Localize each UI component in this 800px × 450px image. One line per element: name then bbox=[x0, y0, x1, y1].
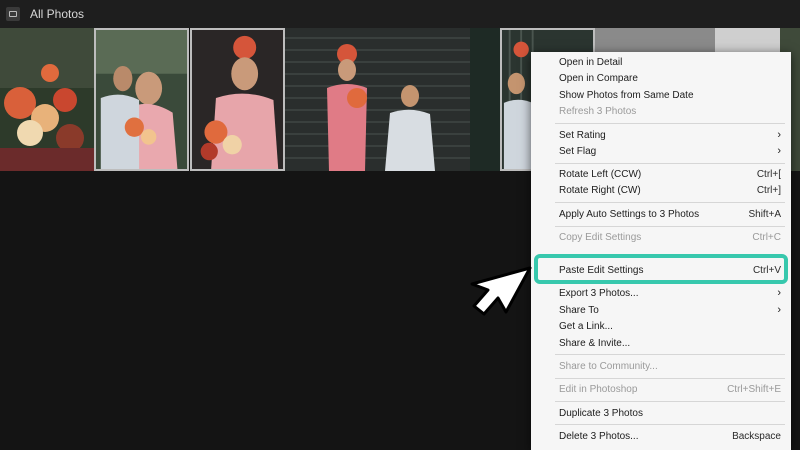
menu-item-get-link[interactable]: Get a Link... bbox=[531, 318, 791, 334]
pointer-arrow-icon bbox=[470, 266, 532, 316]
menu-item-rotate-left[interactable]: Rotate Left (CCW) Ctrl+[ bbox=[531, 166, 791, 182]
menu-item-edit-in-photoshop: Edit in Photoshop Ctrl+Shift+E bbox=[559, 383, 781, 395]
menu-separator bbox=[555, 202, 785, 203]
chevron-right-icon: › bbox=[777, 145, 781, 157]
photo-thumbnail[interactable] bbox=[285, 28, 500, 171]
menu-item-open-in-compare[interactable]: Open in Compare bbox=[531, 70, 791, 86]
menu-separator bbox=[555, 424, 785, 425]
menu-separator bbox=[555, 354, 785, 355]
menu-separator bbox=[555, 123, 785, 124]
menu-separator bbox=[555, 163, 785, 164]
menu-item-refresh: Refresh 3 Photos bbox=[559, 105, 637, 117]
chevron-right-icon: › bbox=[777, 129, 781, 141]
menu-item-copy-edit-settings: Copy Edit Settings Ctrl+C bbox=[559, 231, 781, 243]
page-title: All Photos bbox=[30, 7, 85, 21]
menu-item-paste-edit-settings[interactable]: Paste Edit Settings Ctrl+V bbox=[531, 262, 791, 278]
chevron-right-icon: › bbox=[777, 287, 781, 299]
chevron-right-icon: › bbox=[777, 304, 781, 316]
menu-item-show-same-date[interactable]: Show Photos from Same Date bbox=[531, 87, 791, 103]
menu-item-open-in-detail[interactable]: Open in Detail bbox=[531, 54, 791, 70]
menu-separator bbox=[555, 401, 785, 402]
menu-item-rotate-right[interactable]: Rotate Right (CW) Ctrl+] bbox=[531, 182, 791, 198]
menu-item-set-rating[interactable]: Set Rating › bbox=[531, 127, 791, 143]
menu-item-apply-auto-settings[interactable]: Apply Auto Settings to 3 Photos Shift+A bbox=[531, 206, 791, 222]
menu-item-share-community: Share to Community... bbox=[559, 360, 658, 372]
menu-item-set-flag[interactable]: Set Flag › bbox=[531, 143, 791, 159]
context-menu: Open in Detail Open in Compare Show Phot… bbox=[531, 52, 791, 450]
menu-item-duplicate[interactable]: Duplicate 3 Photos bbox=[531, 405, 791, 421]
menu-item-delete[interactable]: Delete 3 Photos... Backspace bbox=[531, 428, 791, 444]
photo-thumbnail-selected[interactable] bbox=[190, 28, 285, 171]
menu-item-share-invite[interactable]: Share & Invite... bbox=[531, 335, 791, 351]
menu-separator bbox=[555, 281, 785, 282]
menu-separator bbox=[555, 226, 785, 227]
photo-thumbnail-selected[interactable] bbox=[94, 28, 189, 171]
photo-thumbnail[interactable] bbox=[0, 28, 94, 171]
top-bar: All Photos bbox=[0, 0, 800, 28]
menu-item-export[interactable]: Export 3 Photos... › bbox=[531, 285, 791, 301]
menu-separator bbox=[555, 378, 785, 379]
menu-item-share-to[interactable]: Share To › bbox=[531, 302, 791, 318]
photos-icon[interactable] bbox=[6, 7, 20, 21]
